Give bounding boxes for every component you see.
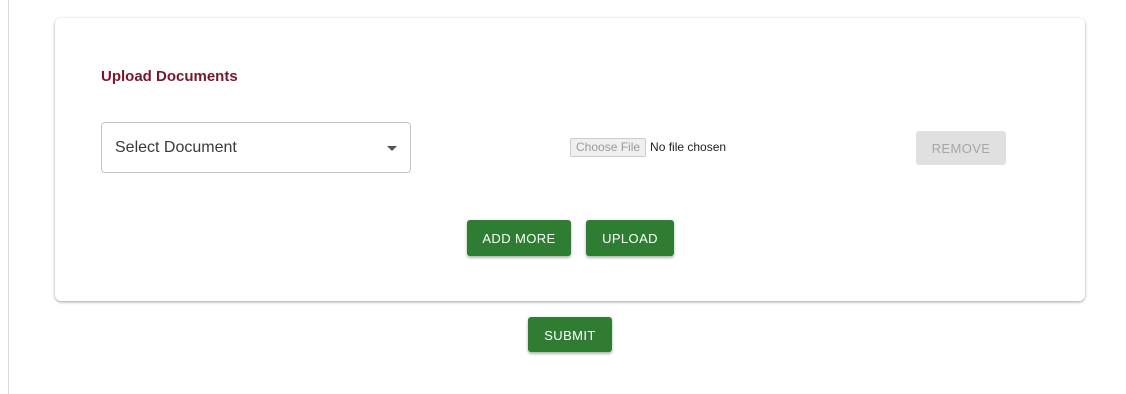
section-title: Upload Documents [101, 68, 238, 85]
file-input[interactable]: Choose File No file chosen [570, 138, 726, 157]
left-divider [8, 0, 9, 394]
add-more-button[interactable]: ADD MORE [467, 220, 571, 256]
remove-button[interactable]: REMOVE [916, 131, 1006, 165]
upload-documents-card: Upload Documents Select Document Choose … [55, 18, 1085, 301]
choose-file-button[interactable]: Choose File [570, 138, 647, 157]
upload-button[interactable]: UPLOAD [586, 220, 674, 256]
caret-down-icon [387, 146, 397, 151]
document-select-value: Select Document [115, 139, 237, 156]
file-status-text: No file chosen [650, 140, 727, 154]
submit-button[interactable]: SUBMIT [528, 317, 612, 352]
document-select[interactable]: Select Document [101, 122, 411, 173]
